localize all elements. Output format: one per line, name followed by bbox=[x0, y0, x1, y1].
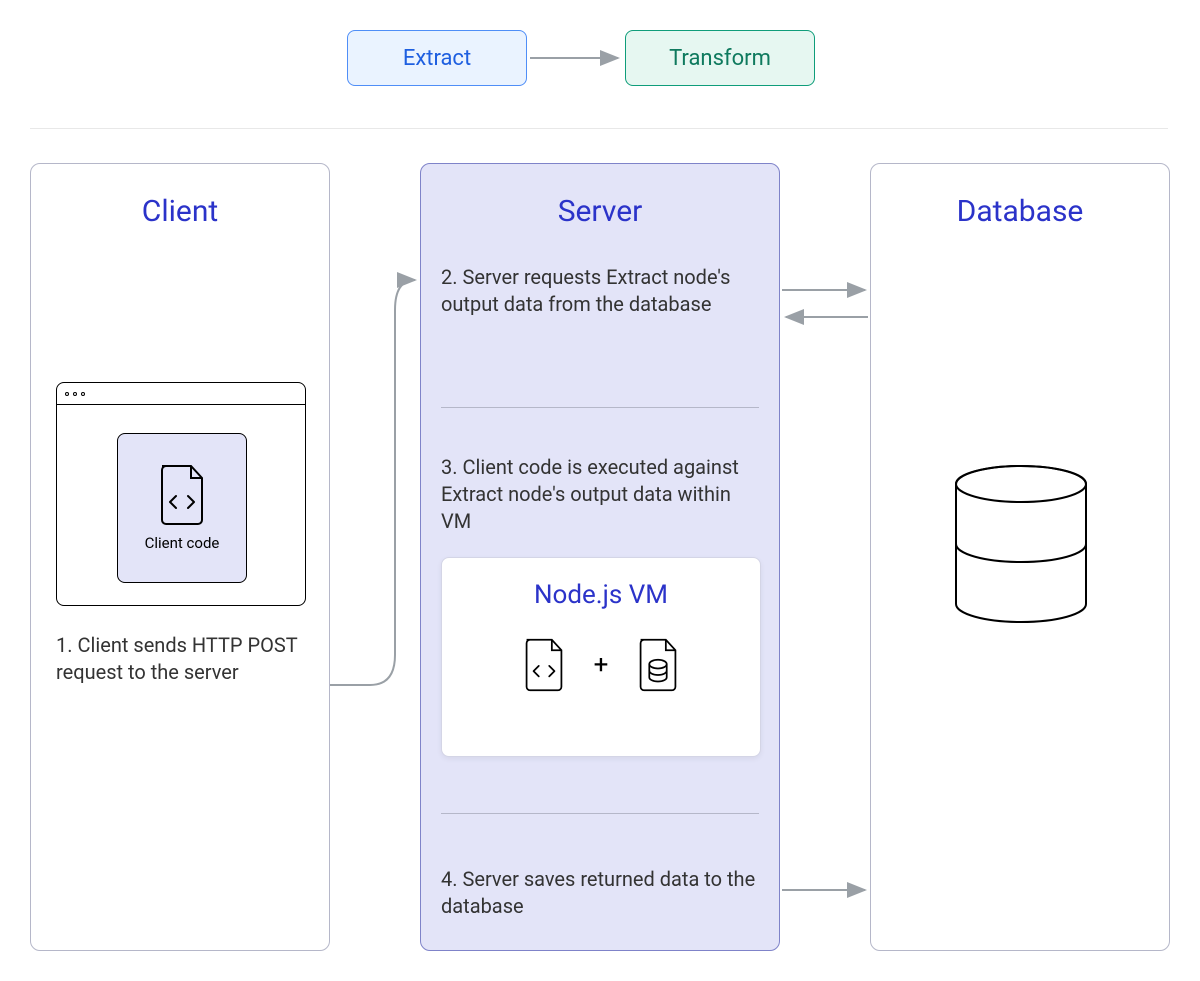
code-file-icon bbox=[157, 464, 207, 526]
browser-title-bar bbox=[57, 383, 305, 405]
client-step-1: 1. Client sends HTTP POST request to the… bbox=[56, 632, 306, 686]
arrow-client-to-server bbox=[330, 280, 415, 685]
browser-window: Client code bbox=[56, 382, 306, 606]
divider bbox=[30, 128, 1168, 129]
vm-title: Node.js VM bbox=[534, 580, 668, 610]
client-code-label: Client code bbox=[145, 534, 220, 552]
database-panel: Database bbox=[870, 163, 1170, 951]
vm-card: Node.js VM + bbox=[441, 557, 761, 757]
pipeline-node-transform-label: Transform bbox=[669, 46, 771, 71]
code-file-icon bbox=[522, 638, 566, 692]
vm-icons-row: + bbox=[522, 638, 681, 692]
client-panel: Client Client code 1. Client sends HTTP … bbox=[30, 163, 330, 951]
server-divider-1 bbox=[441, 407, 759, 408]
pipeline-node-extract: Extract bbox=[347, 30, 527, 86]
pipeline-node-transform: Transform bbox=[625, 30, 815, 86]
server-panel-title: Server bbox=[421, 194, 779, 229]
server-divider-2 bbox=[441, 813, 759, 814]
server-step-2: 2. Server requests Extract node's output… bbox=[441, 264, 761, 318]
client-code-card: Client code bbox=[117, 433, 247, 583]
server-panel: Server 2. Server requests Extract node's… bbox=[420, 163, 780, 951]
pipeline-node-extract-label: Extract bbox=[403, 46, 471, 71]
diagram-canvas: Extract Transform Client bbox=[0, 0, 1200, 981]
database-panel-title: Database bbox=[871, 194, 1169, 229]
server-step-3: 3. Client code is executed against Extra… bbox=[441, 454, 761, 535]
client-panel-title: Client bbox=[31, 194, 329, 229]
server-step-4: 4. Server saves returned data to the dat… bbox=[441, 866, 761, 920]
data-file-icon bbox=[636, 638, 680, 692]
plus-icon: + bbox=[594, 650, 609, 680]
database-cylinder-icon bbox=[951, 464, 1091, 634]
